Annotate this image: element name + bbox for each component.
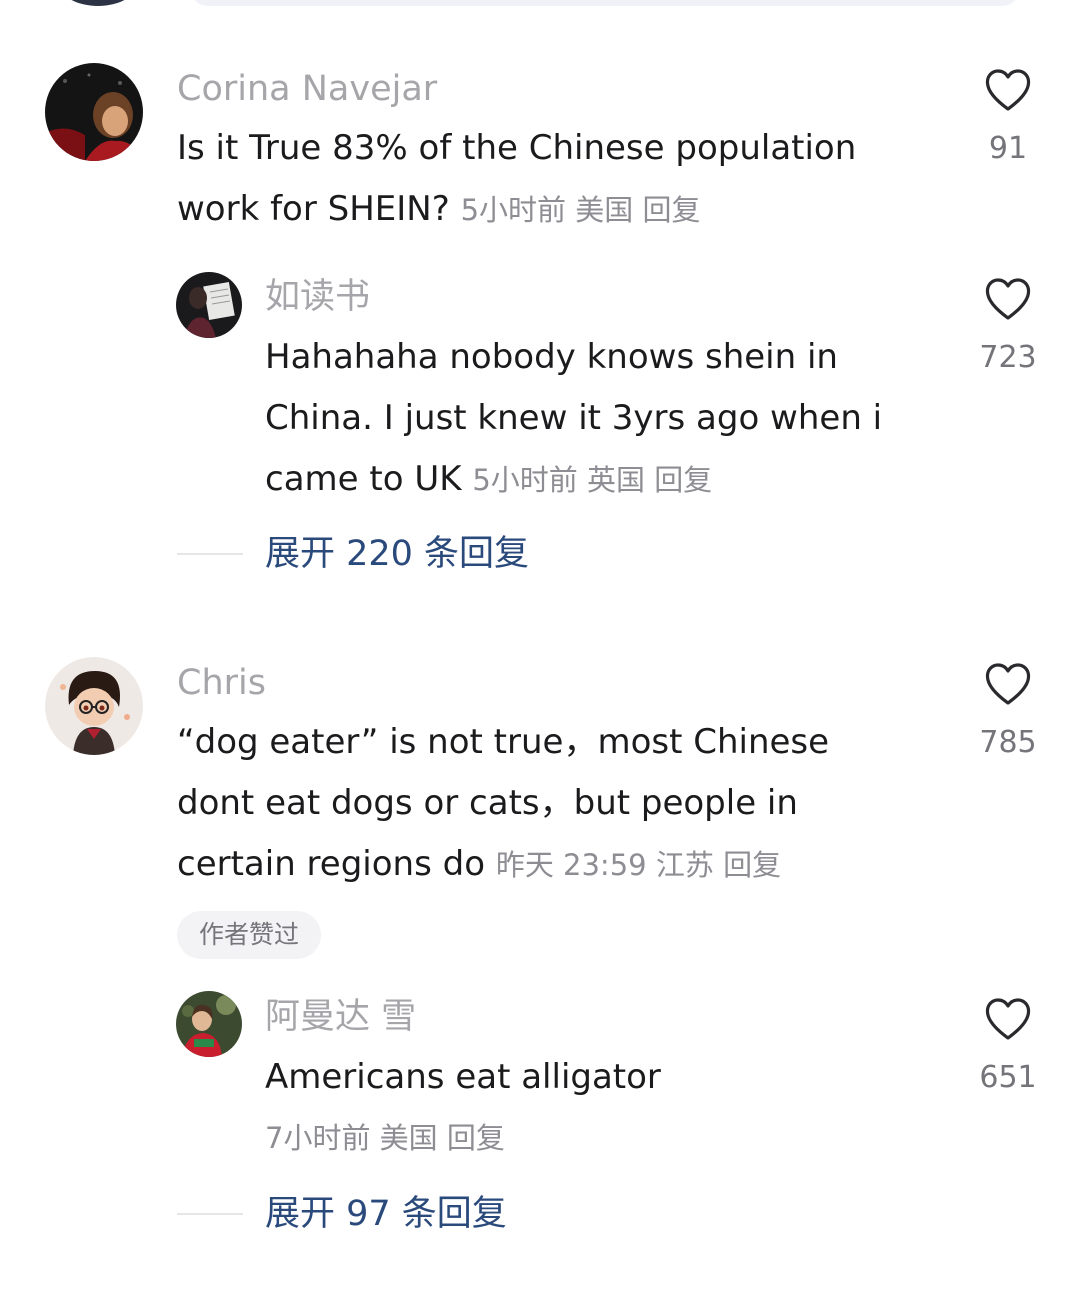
reply-text-line: Americans eat alligator bbox=[265, 1057, 661, 1097]
comment-text-fragment: certain regions do bbox=[177, 844, 485, 884]
avatar-amanda[interactable] bbox=[176, 991, 242, 1057]
heart-outline-icon[interactable] bbox=[984, 662, 1032, 706]
heart-outline-icon[interactable] bbox=[984, 997, 1032, 1041]
comment-text: “dog eater” is not true，most Chinese don… bbox=[177, 712, 947, 896]
reply-button[interactable]: 回复 bbox=[723, 848, 781, 882]
comment-text-line: Is it True 83% of the Chinese population bbox=[177, 128, 857, 168]
like-count: 723 bbox=[979, 340, 1037, 375]
reply-time: 7小时前 bbox=[265, 1121, 371, 1155]
reply-text: Hahahaha nobody knows shein in China. I … bbox=[265, 327, 955, 511]
comment-time: 5小时前 bbox=[460, 193, 567, 227]
comment-text-line: work for SHEIN? 5小时前 美国 回复 bbox=[177, 179, 947, 241]
reply-location: 美国 bbox=[379, 1121, 438, 1155]
comment-location: 江苏 bbox=[655, 848, 714, 882]
avatar-chris[interactable] bbox=[45, 657, 143, 755]
avatar-rudushu[interactable] bbox=[176, 272, 242, 338]
expand-replies-button[interactable]: 展开 220 条回复 bbox=[265, 537, 529, 572]
avatar-corina[interactable] bbox=[45, 63, 143, 161]
author-liked-badge: 作者赞过 bbox=[177, 911, 321, 959]
comment-text-line: dont eat dogs or cats，but people in bbox=[177, 783, 798, 823]
reply-meta: 7小时前 美国 回复 bbox=[265, 1108, 955, 1169]
heart-outline-icon[interactable] bbox=[984, 277, 1032, 321]
comment-username[interactable]: Chris bbox=[177, 666, 266, 701]
divider-line bbox=[177, 553, 243, 555]
previous-content-partial bbox=[190, 0, 1020, 6]
reply-username[interactable]: 如读书 bbox=[265, 280, 370, 315]
comment-meta: 昨天 23:59 江苏 回复 bbox=[496, 848, 781, 882]
reply-text: Americans eat alligator 7小时前 美国 回复 bbox=[265, 1047, 955, 1169]
reply-button[interactable]: 回复 bbox=[654, 463, 712, 497]
expand-replies-button[interactable]: 展开 97 条回复 bbox=[265, 1197, 507, 1232]
comment-location: 美国 bbox=[575, 193, 634, 227]
reply-meta: 5小时前 英国 回复 bbox=[472, 463, 712, 497]
like-count: 651 bbox=[979, 1060, 1037, 1095]
like-count: 91 bbox=[988, 131, 1028, 166]
reply-text-line: China. I just knew it 3yrs ago when i bbox=[265, 398, 883, 438]
reply-location: 英国 bbox=[586, 463, 645, 497]
like-count: 785 bbox=[979, 725, 1037, 760]
reply-time: 5小时前 bbox=[472, 463, 578, 497]
previous-avatar-partial bbox=[58, 0, 138, 6]
reply-text-fragment: came to UK bbox=[265, 459, 462, 499]
comment-username[interactable]: Corina Navejar bbox=[177, 72, 437, 107]
reply-button[interactable]: 回复 bbox=[643, 193, 701, 227]
heart-outline-icon[interactable] bbox=[984, 68, 1032, 112]
comment-text-line: “dog eater” is not true，most Chinese bbox=[177, 722, 830, 762]
comment-meta: 5小时前 美国 回复 bbox=[461, 193, 701, 227]
reply-text-line: came to UK 5小时前 英国 回复 bbox=[265, 449, 955, 511]
comment-text-fragment: work for SHEIN? bbox=[177, 189, 450, 229]
divider-line bbox=[177, 1213, 243, 1215]
comment-time: 昨天 23:59 bbox=[495, 848, 647, 882]
reply-button[interactable]: 回复 bbox=[447, 1121, 505, 1155]
reply-username[interactable]: 阿曼达 雪 bbox=[265, 1000, 416, 1035]
comment-text-line: certain regions do 昨天 23:59 江苏 回复 bbox=[177, 834, 947, 896]
reply-text-line: Hahahaha nobody knows shein in bbox=[265, 337, 838, 377]
comment-text: Is it True 83% of the Chinese population… bbox=[177, 118, 947, 241]
